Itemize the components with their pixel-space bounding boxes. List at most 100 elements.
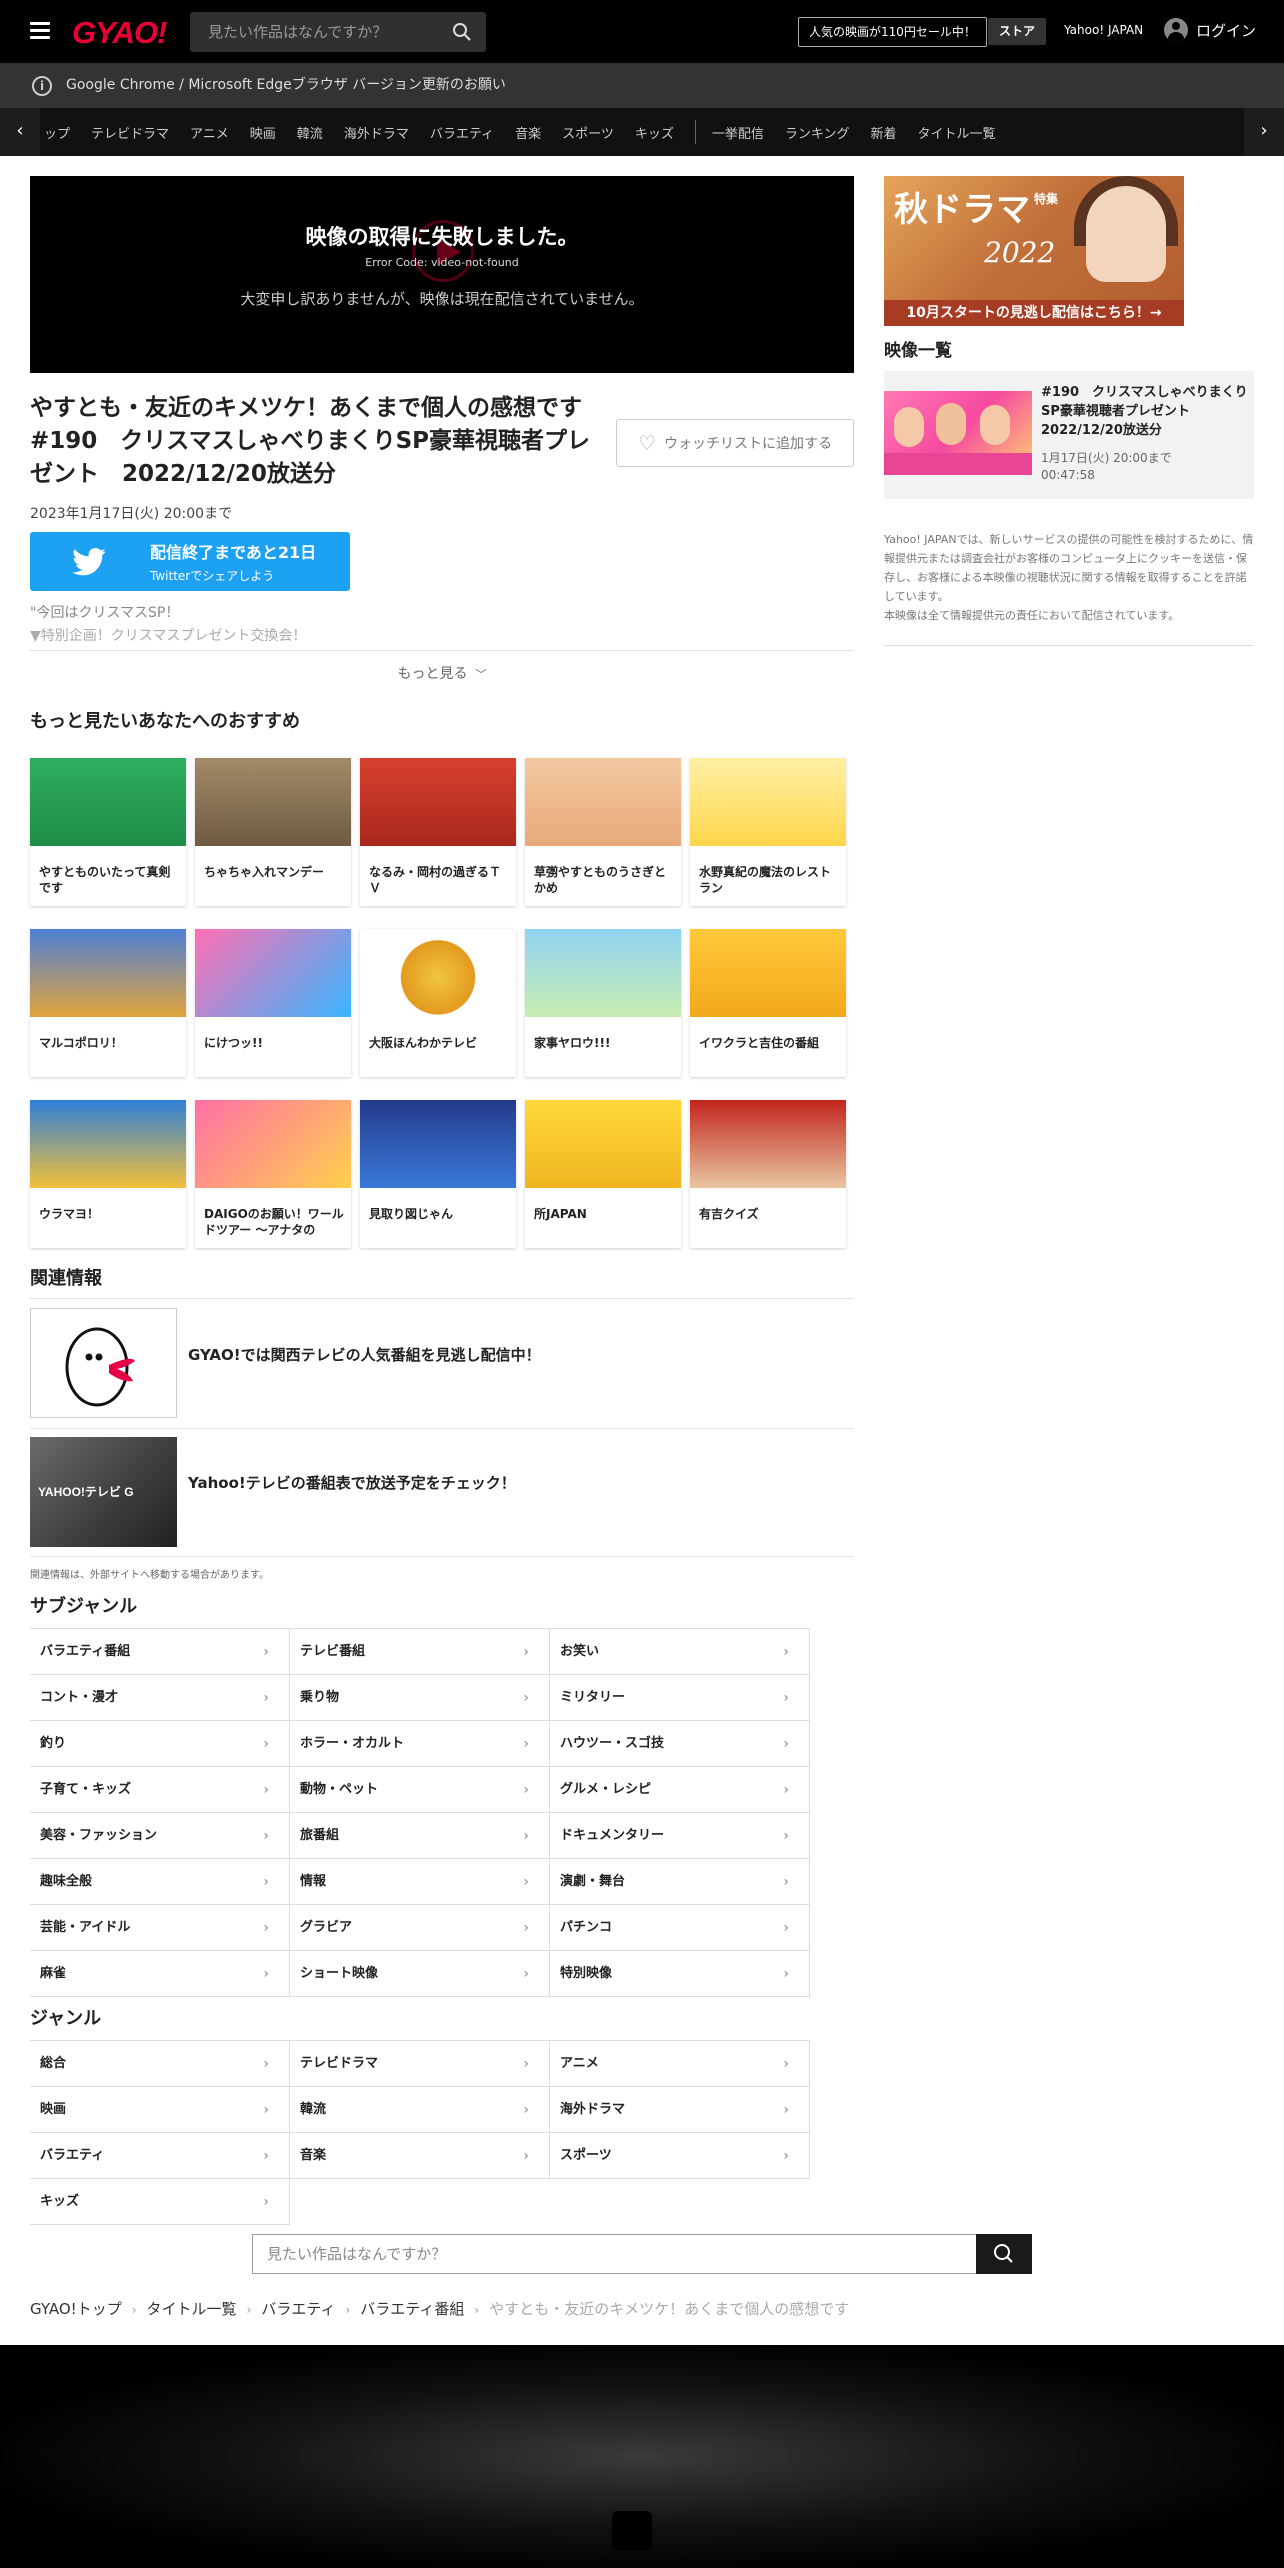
recommend-card[interactable]: なるみ・岡村の過ぎるＴＶ bbox=[360, 758, 516, 906]
bottom-search-input[interactable] bbox=[252, 2234, 976, 2274]
breadcrumb-link[interactable]: バラエティ番組 bbox=[360, 2300, 464, 2318]
browser-update-notice[interactable]: i Google Chrome / Microsoft Edgeブラウザ バージ… bbox=[0, 63, 1284, 108]
nav-item[interactable]: テレビドラマ bbox=[91, 123, 169, 142]
recommend-card[interactable]: DAIGOのお願い！ワールドツアー 〜アナタの bbox=[195, 1100, 351, 1248]
recommend-card[interactable]: 大阪ほんわかテレビ bbox=[360, 929, 516, 1077]
recommend-card[interactable]: 有吉クイズ bbox=[690, 1100, 846, 1248]
genre-link[interactable]: スポーツ › bbox=[550, 2133, 809, 2179]
genre-link[interactable]: 子育て・キッズ › bbox=[30, 1767, 289, 1813]
episode-thumbnail bbox=[884, 391, 1032, 475]
sale-promo-link[interactable]: 人気の映画が110円セール中！ bbox=[798, 17, 987, 47]
genre-link[interactable]: 釣り › bbox=[30, 1721, 289, 1767]
genre-link[interactable]: パチンコ › bbox=[550, 1905, 809, 1951]
chevron-right-icon[interactable]: › bbox=[1244, 108, 1284, 156]
recommend-card[interactable]: やすとものいたって真剣です bbox=[30, 758, 186, 906]
genre-link[interactable]: ミリタリー › bbox=[550, 1675, 809, 1721]
genre-link[interactable]: 芸能・アイドル › bbox=[30, 1905, 289, 1951]
recommend-title: マルコポロリ！ bbox=[39, 1036, 123, 1050]
episode-item[interactable]: #190 クリスマスしゃべりまくりSP豪華視聴者プレゼント 2022/12/20… bbox=[884, 371, 1254, 499]
recommend-card[interactable]: 家事ヤロウ!!! bbox=[525, 929, 681, 1077]
genre-label: グルメ・レシピ bbox=[560, 1782, 652, 1797]
nav-item[interactable]: 映画 bbox=[250, 123, 276, 142]
genre-link[interactable]: 映画 › bbox=[30, 2087, 289, 2133]
genre-link[interactable]: 音楽 › bbox=[290, 2133, 549, 2179]
related-link-yahoo-tv[interactable]: Yahoo!テレビの番組表で放送予定をチェック！ bbox=[188, 1472, 516, 1493]
search-icon bbox=[994, 2244, 1013, 2263]
show-more-button[interactable]: もっと見る ﹀ bbox=[30, 663, 854, 683]
genre-link[interactable]: バラエティ番組 › bbox=[30, 1629, 289, 1675]
nav-item[interactable]: ップ bbox=[44, 123, 70, 142]
genre-link[interactable]: グラビア › bbox=[290, 1905, 549, 1951]
recommend-card[interactable]: 草彅やすとものうさぎとかめ bbox=[525, 758, 681, 906]
yahoo-tv-thumb[interactable]: YAHOO!テレビ G bbox=[30, 1437, 177, 1547]
autumn-drama-banner[interactable]: 秋ドラマ 特集 2022 10月スタートの見逃し配信はこちら！→ bbox=[884, 176, 1184, 326]
breadcrumb-link[interactable]: バラエティ bbox=[261, 2300, 335, 2318]
genre-link[interactable]: テレビドラマ › bbox=[290, 2041, 549, 2087]
genre-link[interactable]: ドキュメンタリー › bbox=[550, 1813, 809, 1859]
genre-link[interactable]: テレビ番組 › bbox=[290, 1629, 549, 1675]
chevron-right-icon: › bbox=[263, 1920, 269, 1936]
add-watchlist-button[interactable]: ♡ ウォッチリストに追加する bbox=[616, 419, 854, 467]
recommend-title: イワクラと吉住の番組 bbox=[699, 1036, 820, 1050]
genre-link[interactable]: ホラー・オカルト › bbox=[290, 1721, 549, 1767]
recommend-card[interactable]: ウラマヨ！ bbox=[30, 1100, 186, 1248]
genre-link[interactable]: 旅番組 › bbox=[290, 1813, 549, 1859]
recommend-card[interactable]: マルコポロリ！ bbox=[30, 929, 186, 1077]
nav-item[interactable]: バラエティ bbox=[430, 123, 494, 142]
genre-link[interactable]: コント・漫才 › bbox=[30, 1675, 289, 1721]
ktv-logo-thumb[interactable] bbox=[30, 1308, 177, 1418]
recommend-card[interactable]: イワクラと吉住の番組 bbox=[690, 929, 846, 1077]
login-button[interactable]: ログイン bbox=[1164, 18, 1256, 42]
divider bbox=[884, 645, 1254, 646]
menu-icon[interactable] bbox=[30, 22, 50, 40]
gyao-logo[interactable]: GYAO! bbox=[72, 15, 167, 51]
genre-link[interactable]: 特別映像 › bbox=[550, 1951, 809, 1997]
recommend-card[interactable]: 水野真紀の魔法のレストラン bbox=[690, 758, 846, 906]
store-button[interactable]: ストア bbox=[988, 18, 1046, 45]
genre-link[interactable]: 動物・ペット › bbox=[290, 1767, 549, 1813]
recommend-card[interactable]: 見取り図じゃん bbox=[360, 1100, 516, 1248]
video-player[interactable]: 映像の取得に失敗しました。 Error Code: video-not-foun… bbox=[30, 176, 854, 373]
genre-link[interactable]: 趣味全般 › bbox=[30, 1859, 289, 1905]
recommend-card[interactable]: ちゃちゃ入れマンデー bbox=[195, 758, 351, 906]
chevron-left-icon[interactable]: ‹ bbox=[0, 108, 40, 156]
nav-item[interactable]: 海外ドラマ bbox=[344, 123, 409, 142]
genre-link[interactable]: 海外ドラマ › bbox=[550, 2087, 809, 2133]
search-icon[interactable] bbox=[452, 22, 472, 42]
breadcrumb-link[interactable]: GYAO!トップ bbox=[30, 2300, 122, 2318]
episode-duration: 00:47:58 bbox=[1041, 468, 1095, 482]
cookie-disclaimer: Yahoo! JAPANでは、新しいサービスの提供の可能性を検討するために、情報… bbox=[884, 530, 1254, 625]
yahoo-japan-link[interactable]: Yahoo! JAPAN bbox=[1064, 23, 1143, 37]
recommend-card[interactable]: 所JAPAN bbox=[525, 1100, 681, 1248]
nav-item[interactable]: スポーツ bbox=[562, 123, 614, 142]
search-input[interactable] bbox=[190, 12, 430, 52]
genre-link[interactable]: 演劇・舞台 › bbox=[550, 1859, 809, 1905]
nav-item[interactable]: 新着 bbox=[870, 123, 896, 142]
genre-link[interactable]: 麻雀 › bbox=[30, 1951, 289, 1997]
nav-item[interactable]: 一挙配信 bbox=[712, 123, 764, 142]
genre-link[interactable]: 総合 › bbox=[30, 2041, 289, 2087]
genre-link[interactable]: ハウツー・スゴ技 › bbox=[550, 1721, 809, 1767]
nav-item[interactable]: タイトル一覧 bbox=[918, 123, 996, 142]
nav-item[interactable]: 音楽 bbox=[515, 123, 541, 142]
related-link-ktv[interactable]: GYAO!では関西テレビの人気番組を見逃し配信中！ bbox=[188, 1344, 541, 1365]
genre-link[interactable]: キッズ › bbox=[30, 2179, 289, 2225]
genre-link[interactable]: 乗り物 › bbox=[290, 1675, 549, 1721]
genre-link[interactable]: バラエティ › bbox=[30, 2133, 289, 2179]
recommend-card[interactable]: にけつッ!! bbox=[195, 929, 351, 1077]
genre-link[interactable]: ショート映像 › bbox=[290, 1951, 549, 1997]
twitter-share-button[interactable]: 配信終了まであと21日 Twitterでシェアしよう bbox=[30, 532, 350, 591]
nav-item[interactable]: 韓流 bbox=[297, 123, 323, 142]
genre-link[interactable]: 韓流 › bbox=[290, 2087, 549, 2133]
breadcrumb-link[interactable]: タイトル一覧 bbox=[147, 2300, 237, 2318]
nav-item[interactable]: キッズ bbox=[635, 123, 674, 142]
genre-link[interactable]: グルメ・レシピ › bbox=[550, 1767, 809, 1813]
nav-item[interactable]: アニメ bbox=[190, 123, 229, 142]
nav-item[interactable]: ランキング bbox=[785, 123, 850, 142]
genre-link[interactable]: 情報 › bbox=[290, 1859, 549, 1905]
genre-link[interactable]: 美容・ファッション › bbox=[30, 1813, 289, 1859]
genre-link[interactable]: アニメ › bbox=[550, 2041, 809, 2087]
bottom-search-button[interactable] bbox=[976, 2234, 1032, 2274]
genre-link[interactable]: お笑い › bbox=[550, 1629, 809, 1675]
recommend-thumbnail bbox=[30, 929, 186, 1017]
